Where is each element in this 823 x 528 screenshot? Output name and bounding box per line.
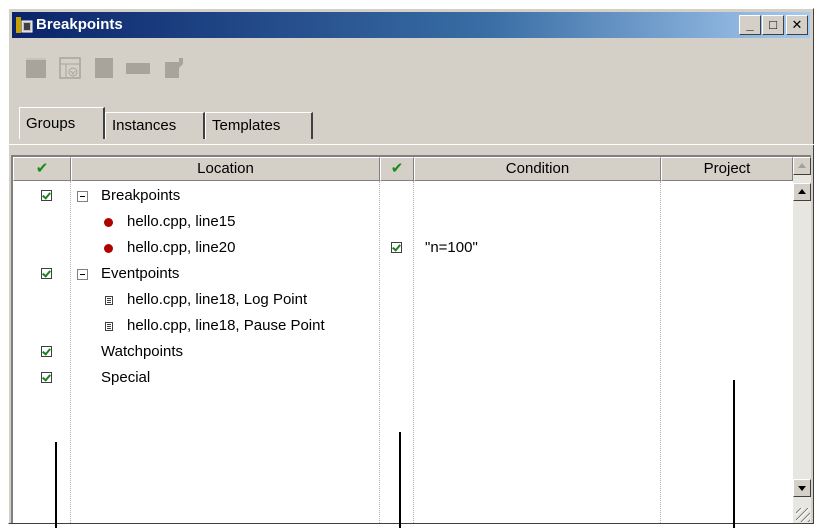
list-item[interactable]: Breakpoints (13, 183, 793, 209)
project-column-header[interactable]: Project (661, 157, 793, 181)
edit-icon[interactable] (161, 55, 187, 81)
item-label: hello.cpp, line20 (127, 239, 236, 256)
tab-templates[interactable]: Templates (205, 112, 313, 139)
column-header: ✔ Location ✔ Condition Project (13, 157, 793, 181)
scroll-up-button[interactable] (793, 183, 811, 201)
list-item[interactable]: Eventpoints (13, 261, 793, 287)
enabled-checkbox[interactable] (41, 268, 52, 279)
condition-enabled-column-header[interactable]: ✔ (380, 157, 414, 181)
list-item[interactable]: hello.cpp, line18, Pause Point (13, 313, 793, 339)
group-label: Breakpoints (101, 187, 181, 204)
collapse-icon[interactable] (77, 191, 88, 202)
tab-divider (9, 144, 815, 145)
list-item[interactable]: hello.cpp, line15 (13, 209, 793, 235)
window-title: Breakpoints (36, 16, 123, 33)
annotation-line (733, 380, 735, 528)
scroll-down-button[interactable] (793, 479, 811, 497)
pause-point-icon (105, 322, 113, 331)
chevron-down-icon (798, 486, 806, 491)
enabled-checkbox[interactable] (41, 190, 52, 201)
collapse-icon[interactable] (77, 269, 88, 280)
item-label: hello.cpp, line18, Log Point (127, 291, 308, 308)
item-label: hello.cpp, line15 (127, 213, 236, 230)
log-point-icon (105, 296, 113, 305)
remove-icon[interactable] (91, 55, 117, 81)
title-bar[interactable]: Breakpoints _ □ ✕ (12, 12, 810, 38)
location-column-header[interactable]: Location (71, 157, 380, 181)
list-item[interactable]: Special (13, 365, 793, 391)
item-label: hello.cpp, line18, Pause Point (127, 317, 325, 334)
condition-value: "n=100" (425, 239, 478, 256)
minimize-button[interactable]: _ (739, 15, 761, 35)
list-item[interactable]: Watchpoints (13, 339, 793, 365)
enabled-column-header[interactable]: ✔ (13, 157, 71, 181)
group-label: Special (101, 369, 151, 386)
vertical-scrollbar[interactable] (793, 157, 811, 523)
condition-checkbox[interactable] (391, 242, 402, 253)
scroll-header-corner (793, 157, 811, 175)
close-button[interactable]: ✕ (786, 15, 808, 35)
chevron-up-icon (798, 189, 806, 194)
breakpoints-app-icon (16, 17, 33, 33)
group-label: Eventpoints (101, 265, 180, 282)
list-item[interactable]: hello.cpp, line20 "n=100" (13, 235, 793, 261)
breakpoint-list: ✔ Location ✔ Condition Project Breakpoin… (11, 155, 811, 523)
enabled-checkbox[interactable] (41, 372, 52, 383)
list-item[interactable]: hello.cpp, line18, Log Point (13, 287, 793, 313)
new-group-icon[interactable] (57, 55, 83, 81)
annotation-line (55, 442, 57, 528)
new-breakpoint-icon[interactable] (23, 55, 49, 81)
breakpoints-window: Breakpoints _ □ ✕ Groups Instances Templ… (8, 8, 815, 524)
resize-grip-icon[interactable] (796, 508, 810, 522)
tab-instances[interactable]: Instances (105, 112, 205, 139)
enabled-checkbox[interactable] (41, 346, 52, 357)
condition-column-header[interactable]: Condition (414, 157, 661, 181)
disable-icon[interactable] (123, 55, 153, 81)
group-label: Watchpoints (101, 343, 183, 360)
breakpoint-dot-icon (104, 244, 113, 253)
annotation-line (399, 432, 401, 528)
maximize-button[interactable]: □ (762, 15, 784, 35)
breakpoint-dot-icon (104, 218, 113, 227)
tab-groups[interactable]: Groups (19, 107, 105, 139)
